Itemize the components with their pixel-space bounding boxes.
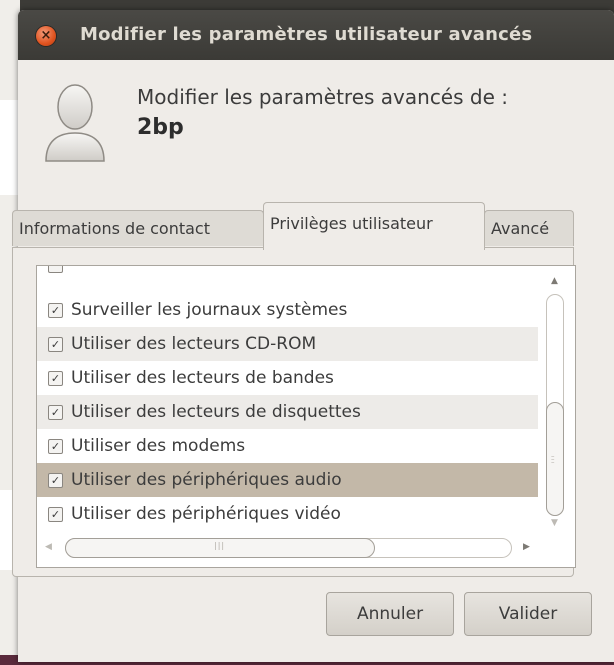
list-item-label: Surveiller les journaux systèmes [71, 300, 348, 320]
window-title: Modifier les paramètres utilisateur avan… [80, 24, 533, 45]
scroll-left-icon[interactable]: ◀ [45, 542, 52, 552]
list-item[interactable]: ✓ Utiliser des périphériques vidéo [37, 497, 538, 531]
list-item-label: Utiliser des périphériques audio [71, 470, 342, 490]
list-item-label: Utiliser des lecteurs de bandes [71, 368, 334, 388]
dialog-heading: Modifier les paramètres avancés de : [137, 85, 508, 109]
background-stripe [0, 100, 20, 195]
title-bar[interactable]: × Modifier les paramètres utilisateur av… [18, 10, 614, 60]
checkmark-icon[interactable]: ✓ [48, 302, 63, 318]
list-item-label: Utiliser des lecteurs CD-ROM [71, 334, 317, 354]
list-item[interactable]: ✓ Utiliser des lecteurs de bandes [37, 361, 538, 395]
tab-contact-info[interactable]: Informations de contact [12, 210, 264, 246]
checkmark-icon[interactable]: ✓ [48, 472, 63, 488]
horizontal-scrollbar[interactable]: ◀ ||| ▶ [37, 534, 538, 564]
ok-button[interactable]: Valider [464, 592, 592, 636]
list-item[interactable]: ✓ Utiliser des modems [37, 429, 538, 463]
scroll-right-icon[interactable]: ▶ [523, 542, 530, 552]
privileges-list[interactable]: ✓ Surveiller les journaux systèmes ✓ Uti… [36, 265, 576, 568]
checkmark-icon[interactable]: ✓ [48, 370, 63, 386]
checkmark-icon[interactable]: ✓ [48, 506, 63, 522]
checkmark-icon[interactable]: ✓ [48, 336, 63, 352]
checkmark-icon[interactable]: ✓ [48, 404, 63, 420]
tab-advanced[interactable]: Avancé [484, 210, 574, 246]
grip-icon: ||| [214, 541, 226, 550]
checkbox-partial-row [48, 266, 63, 273]
grip-icon: – – – [551, 452, 555, 466]
vertical-scrollbar[interactable]: ▲ – – – ▼ [539, 266, 575, 552]
scroll-down-icon[interactable]: ▼ [551, 518, 558, 528]
list-item-label: Utiliser des lecteurs de disquettes [71, 402, 361, 422]
list-item-label: Utiliser des périphériques vidéo [71, 504, 341, 524]
list-item-label: Utiliser des modems [71, 436, 246, 456]
horizontal-scroll-thumb[interactable]: ||| [65, 538, 375, 558]
list-item[interactable]: ✓ Utiliser des lecteurs de disquettes [37, 395, 538, 429]
scroll-up-icon[interactable]: ▲ [551, 276, 558, 286]
cancel-button[interactable]: Annuler [326, 592, 454, 636]
list-item[interactable]: ✓ Surveiller les journaux systèmes [37, 293, 538, 327]
vertical-scroll-thumb[interactable]: – – – [546, 402, 564, 516]
user-avatar-icon [45, 84, 105, 162]
list-item[interactable]: ✓ Utiliser des lecteurs CD-ROM [37, 327, 538, 361]
close-icon[interactable]: × [36, 26, 56, 46]
list-item[interactable]: ✓ Utiliser des périphériques audio [37, 463, 538, 497]
checkmark-icon[interactable]: ✓ [48, 438, 63, 454]
username: 2bp [137, 115, 184, 140]
tab-user-privileges[interactable]: Privilèges utilisateur [263, 202, 485, 250]
